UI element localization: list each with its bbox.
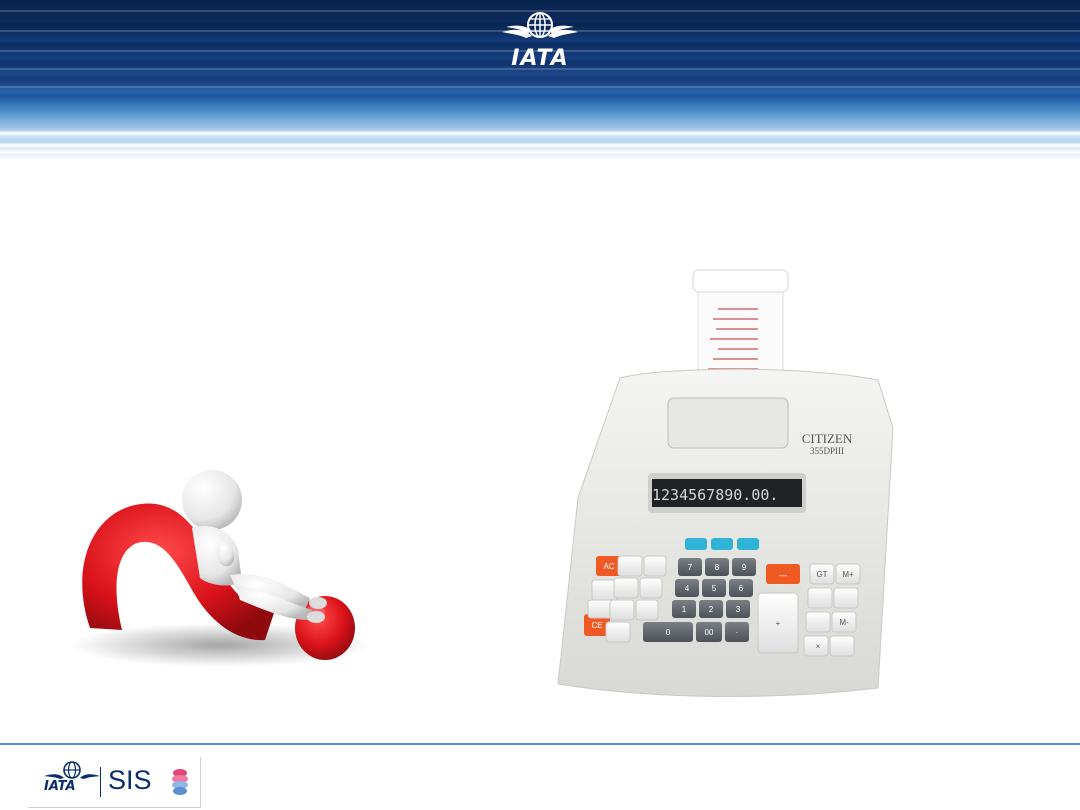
iata-logo: IATA: [496, 8, 584, 71]
key-9-label: 9: [742, 563, 747, 572]
key-3-label: 3: [736, 605, 741, 614]
key-ac-label: AC: [603, 562, 614, 571]
key-6-label: 6: [739, 584, 744, 593]
key-ce-label: CE: [591, 621, 602, 630]
calculator-brand: CITIZEN 355DPIII: [792, 432, 862, 458]
footer-iata-sis-logo: IATA SIS: [28, 757, 201, 808]
key-5-label: 5: [712, 584, 717, 593]
key-mminus-label: M-: [839, 618, 849, 627]
key-plus-label: +: [776, 619, 781, 628]
key-1-label: 1: [682, 605, 687, 614]
header-stripe: [0, 86, 1080, 88]
footer-iata-text: IATA: [44, 779, 76, 794]
key-gt-label: GT: [816, 570, 827, 579]
header-banner: IATA: [0, 0, 1080, 160]
footer-sis-text: SIS: [108, 765, 152, 795]
footer-logo-separator: [100, 767, 101, 797]
key-2-label: 2: [709, 605, 714, 614]
key-dot-label: ·: [736, 628, 739, 637]
calculator-display: 1234567890.00.: [652, 486, 779, 504]
calculator-brand-name: CITIZEN: [801, 431, 853, 446]
key-8-label: 8: [715, 563, 720, 572]
key-0-label: 0: [666, 628, 671, 637]
footer-divider: [0, 743, 1080, 745]
key-4-label: 4: [685, 584, 690, 593]
key-mplus-label: M+: [842, 570, 854, 579]
key-minus-label: —: [779, 571, 787, 580]
iata-logo-text: IATA: [511, 46, 569, 71]
sis-stack-icon: [172, 769, 188, 795]
thinker-on-question-mark-icon: [70, 470, 370, 667]
iata-globe-wings-icon: [502, 12, 578, 38]
key-7-label: 7: [688, 563, 693, 572]
calculator-model: 355DPIII: [810, 446, 844, 456]
key-00-label: 00: [705, 628, 714, 637]
key-times-label: ×: [816, 642, 821, 651]
